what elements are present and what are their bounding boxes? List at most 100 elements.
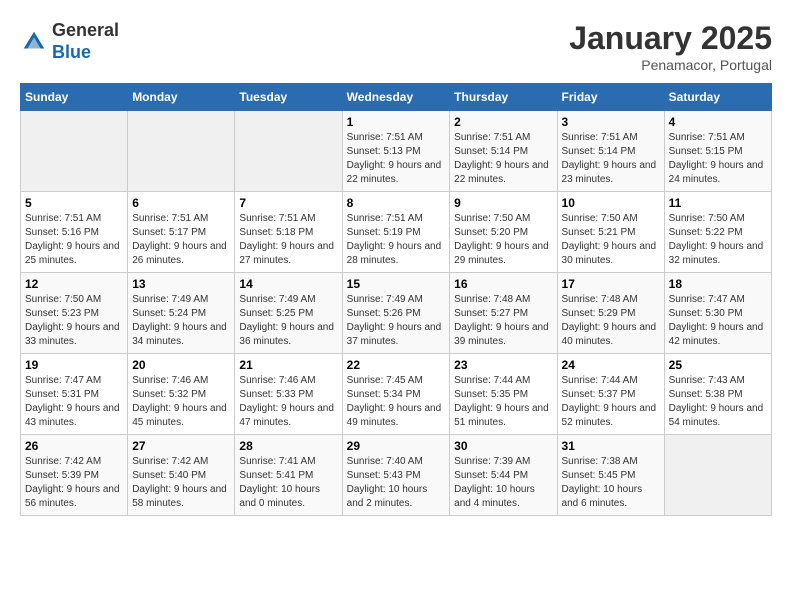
day-number: 14	[239, 277, 337, 291]
day-info: Sunrise: 7:47 AMSunset: 5:31 PMDaylight:…	[25, 374, 123, 430]
day-info: Sunrise: 7:48 AMSunset: 5:27 PMDaylight:…	[454, 293, 552, 349]
day-header-monday: Monday	[128, 84, 235, 111]
day-info: Sunrise: 7:42 AMSunset: 5:40 PMDaylight:…	[132, 455, 230, 511]
location: Penamacor, Portugal	[569, 57, 772, 73]
day-number: 10	[562, 196, 660, 210]
day-number: 27	[132, 439, 230, 453]
day-cell	[128, 111, 235, 192]
day-info: Sunrise: 7:51 AMSunset: 5:16 PMDaylight:…	[25, 212, 123, 268]
day-info: Sunrise: 7:51 AMSunset: 5:19 PMDaylight:…	[347, 212, 446, 268]
day-number: 24	[562, 358, 660, 372]
day-number: 5	[25, 196, 123, 210]
day-cell: 22 Sunrise: 7:45 AMSunset: 5:34 PMDayligh…	[342, 354, 450, 435]
day-number: 2	[454, 115, 552, 129]
day-info: Sunrise: 7:44 AMSunset: 5:37 PMDaylight:…	[562, 374, 660, 430]
day-number: 1	[347, 115, 446, 129]
day-cell: 3Sunrise: 7:51 AMSunset: 5:14 PMDaylight…	[557, 111, 664, 192]
day-cell: 25 Sunrise: 7:43 AMSunset: 5:38 PMDayligh…	[664, 354, 771, 435]
day-cell: 30Sunrise: 7:39 AMSunset: 5:44 PMDayligh…	[450, 435, 557, 516]
day-number: 25	[669, 358, 767, 372]
logo-blue-text: Blue	[52, 42, 91, 62]
day-info: Sunrise: 7:47 AMSunset: 5:30 PMDaylight:…	[669, 293, 767, 349]
day-number: 28	[239, 439, 337, 453]
day-cell: 13 Sunrise: 7:49 AMSunset: 5:24 PMDayligh…	[128, 273, 235, 354]
day-cell	[235, 111, 342, 192]
day-cell: 16 Sunrise: 7:48 AMSunset: 5:27 PMDayligh…	[450, 273, 557, 354]
day-cell: 2 Sunrise: 7:51 AMSunset: 5:14 PMDaylight…	[450, 111, 557, 192]
day-cell: 12 Sunrise: 7:50 AMSunset: 5:23 PMDayligh…	[21, 273, 128, 354]
day-info: Sunrise: 7:50 AMSunset: 5:23 PMDaylight:…	[25, 293, 123, 349]
logo-general-text: General	[52, 20, 119, 40]
day-info: Sunrise: 7:51 AMSunset: 5:14 PMDaylight:…	[454, 131, 552, 187]
week-row-5: 26 Sunrise: 7:42 AMSunset: 5:39 PMDayligh…	[21, 435, 772, 516]
day-cell: 11 Sunrise: 7:50 AMSunset: 5:22 PMDayligh…	[664, 192, 771, 273]
day-cell: 1 Sunrise: 7:51 AMSunset: 5:13 PMDaylight…	[342, 111, 450, 192]
day-number: 29	[347, 439, 446, 453]
day-number: 13	[132, 277, 230, 291]
day-number: 4	[669, 115, 767, 129]
day-info: Sunrise: 7:50 AMSunset: 5:20 PMDaylight:…	[454, 212, 552, 268]
day-number: 7	[239, 196, 337, 210]
day-info: Sunrise: 7:49 AMSunset: 5:24 PMDaylight:…	[132, 293, 230, 349]
day-cell: 17 Sunrise: 7:48 AMSunset: 5:29 PMDayligh…	[557, 273, 664, 354]
day-number: 9	[454, 196, 552, 210]
day-info: Sunrise: 7:40 AMSunset: 5:43 PMDaylight:…	[347, 455, 446, 511]
day-cell: 19 Sunrise: 7:47 AMSunset: 5:31 PMDayligh…	[21, 354, 128, 435]
day-number: 22	[347, 358, 446, 372]
day-cell: 5 Sunrise: 7:51 AMSunset: 5:16 PMDaylight…	[21, 192, 128, 273]
day-info: Sunrise: 7:48 AMSunset: 5:29 PMDaylight:…	[562, 293, 660, 349]
day-number: 11	[669, 196, 767, 210]
week-row-1: 1 Sunrise: 7:51 AMSunset: 5:13 PMDaylight…	[21, 111, 772, 192]
header-row: SundayMondayTuesdayWednesdayThursdayFrid…	[21, 84, 772, 111]
week-row-4: 19 Sunrise: 7:47 AMSunset: 5:31 PMDayligh…	[21, 354, 772, 435]
day-cell: 8 Sunrise: 7:51 AMSunset: 5:19 PMDaylight…	[342, 192, 450, 273]
day-number: 15	[347, 277, 446, 291]
logo-icon	[20, 28, 48, 56]
day-info: Sunrise: 7:42 AMSunset: 5:39 PMDaylight:…	[25, 455, 123, 511]
day-cell: 15Sunrise: 7:49 AMSunset: 5:26 PMDayligh…	[342, 273, 450, 354]
day-info: Sunrise: 7:51 AMSunset: 5:14 PMDaylight:…	[562, 131, 660, 187]
day-number: 21	[239, 358, 337, 372]
day-info: Sunrise: 7:44 AMSunset: 5:35 PMDaylight:…	[454, 374, 552, 430]
day-cell: 18 Sunrise: 7:47 AMSunset: 5:30 PMDayligh…	[664, 273, 771, 354]
day-info: Sunrise: 7:51 AMSunset: 5:18 PMDaylight:…	[239, 212, 337, 268]
calendar-table: SundayMondayTuesdayWednesdayThursdayFrid…	[20, 83, 772, 516]
day-cell: 31Sunrise: 7:38 AMSunset: 5:45 PMDayligh…	[557, 435, 664, 516]
day-info: Sunrise: 7:41 AMSunset: 5:41 PMDaylight:…	[239, 455, 337, 511]
day-info: Sunrise: 7:50 AMSunset: 5:22 PMDaylight:…	[669, 212, 767, 268]
day-cell: 28 Sunrise: 7:41 AMSunset: 5:41 PMDayligh…	[235, 435, 342, 516]
day-header-saturday: Saturday	[664, 84, 771, 111]
day-number: 26	[25, 439, 123, 453]
day-cell: 23Sunrise: 7:44 AMSunset: 5:35 PMDayligh…	[450, 354, 557, 435]
day-cell: 10Sunrise: 7:50 AMSunset: 5:21 PMDayligh…	[557, 192, 664, 273]
day-number: 31	[562, 439, 660, 453]
day-number: 16	[454, 277, 552, 291]
day-info: Sunrise: 7:51 AMSunset: 5:17 PMDaylight:…	[132, 212, 230, 268]
day-cell: 29 Sunrise: 7:40 AMSunset: 5:43 PMDayligh…	[342, 435, 450, 516]
day-header-tuesday: Tuesday	[235, 84, 342, 111]
day-info: Sunrise: 7:45 AMSunset: 5:34 PMDaylight:…	[347, 374, 446, 430]
day-number: 17	[562, 277, 660, 291]
day-cell: 14Sunrise: 7:49 AMSunset: 5:25 PMDayligh…	[235, 273, 342, 354]
page-header: General Blue January 2025 Penamacor, Por…	[20, 20, 772, 73]
day-cell: 9 Sunrise: 7:50 AMSunset: 5:20 PMDaylight…	[450, 192, 557, 273]
day-cell: 7 Sunrise: 7:51 AMSunset: 5:18 PMDaylight…	[235, 192, 342, 273]
day-number: 19	[25, 358, 123, 372]
day-number: 6	[132, 196, 230, 210]
logo: General Blue	[20, 20, 119, 63]
day-info: Sunrise: 7:43 AMSunset: 5:38 PMDaylight:…	[669, 374, 767, 430]
day-cell: 26 Sunrise: 7:42 AMSunset: 5:39 PMDayligh…	[21, 435, 128, 516]
day-info: Sunrise: 7:51 AMSunset: 5:13 PMDaylight:…	[347, 131, 446, 187]
day-cell	[21, 111, 128, 192]
day-info: Sunrise: 7:39 AMSunset: 5:44 PMDaylight:…	[454, 455, 552, 511]
day-cell: 6 Sunrise: 7:51 AMSunset: 5:17 PMDaylight…	[128, 192, 235, 273]
day-number: 18	[669, 277, 767, 291]
week-row-3: 12 Sunrise: 7:50 AMSunset: 5:23 PMDayligh…	[21, 273, 772, 354]
day-number: 12	[25, 277, 123, 291]
day-info: Sunrise: 7:51 AMSunset: 5:15 PMDaylight:…	[669, 131, 767, 187]
month-title: January 2025	[569, 20, 772, 57]
day-cell: 27 Sunrise: 7:42 AMSunset: 5:40 PMDayligh…	[128, 435, 235, 516]
day-number: 8	[347, 196, 446, 210]
day-header-thursday: Thursday	[450, 84, 557, 111]
day-header-wednesday: Wednesday	[342, 84, 450, 111]
